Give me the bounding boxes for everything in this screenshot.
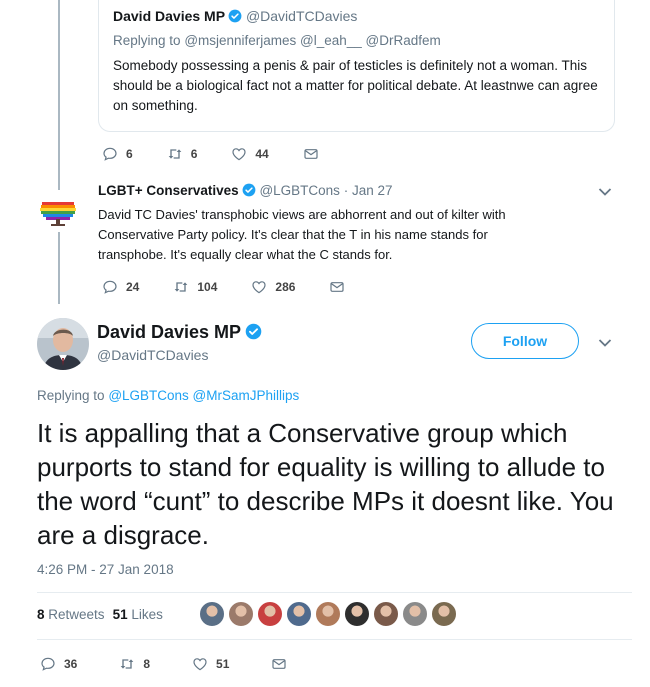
lgbt-conservatives-avatar[interactable] — [38, 190, 78, 230]
lgbt-tweet-text: David TC Davies' transphobic views are a… — [98, 207, 506, 262]
like-count: 51 — [216, 657, 230, 671]
retweets-stat[interactable]: 8 Retweets — [37, 607, 105, 622]
liker-avatar[interactable] — [315, 601, 341, 627]
reply-count: 24 — [126, 280, 140, 294]
replying-to-handles[interactable]: @LGBTCons @MrSamJPhillips — [108, 388, 299, 403]
thread-line — [58, 232, 60, 304]
engagement-stats: 8 Retweets 51 Likes — [37, 607, 171, 622]
like-button[interactable]: 51 — [192, 656, 229, 672]
reply-count: 6 — [126, 147, 133, 161]
follow-button[interactable]: Follow — [471, 323, 579, 359]
liker-avatar[interactable] — [402, 601, 428, 627]
lgbt-tweet-date[interactable]: · Jan 27 — [344, 183, 393, 198]
lgbt-action-row: 24 104 286 — [102, 279, 387, 295]
likes-stat[interactable]: 51 Likes — [113, 607, 163, 622]
like-icon — [192, 656, 208, 672]
liker-avatar[interactable] — [257, 601, 283, 627]
like-icon — [251, 279, 267, 295]
liker-avatar[interactable] — [286, 601, 312, 627]
tweet-timestamp[interactable]: 4:26 PM - 27 Jan 2018 — [37, 562, 174, 577]
thread-line — [58, 0, 60, 190]
chevron-down-icon[interactable] — [598, 338, 612, 348]
like-count: 44 — [255, 147, 269, 161]
replying-prefix: Replying to — [37, 388, 105, 403]
lgbt-tweet-header: LGBT+ Conservatives @LGBTCons · Jan 27 — [98, 183, 392, 198]
main-action-row: 36 8 51 — [40, 656, 329, 672]
retweet-button[interactable]: 104 — [173, 279, 217, 295]
divider — [37, 639, 632, 640]
verified-badge-icon — [228, 9, 242, 23]
divider — [37, 592, 632, 593]
liker-avatar[interactable] — [199, 601, 225, 627]
retweet-button[interactable]: 8 — [119, 656, 150, 672]
message-button[interactable] — [271, 656, 295, 672]
liker-avatars — [199, 601, 460, 627]
quoted-tweet-text: Somebody possessing a penis & pair of te… — [113, 58, 598, 113]
quoted-author-handle[interactable]: @DavidTCDavies — [246, 8, 357, 24]
liker-avatar[interactable] — [431, 601, 457, 627]
retweet-icon — [167, 146, 183, 162]
lgbt-author-name[interactable]: LGBT+ Conservatives — [98, 183, 239, 198]
replying-to: Replying to @LGBTCons @MrSamJPhillips — [37, 388, 299, 403]
like-button[interactable]: 286 — [251, 279, 295, 295]
replying-to-handles[interactable]: @msjenniferjames @l_eah__ @DrRadfem — [184, 33, 440, 48]
like-icon — [231, 146, 247, 162]
retweet-count: 6 — [190, 147, 198, 161]
like-button[interactable]: 44 — [231, 146, 269, 162]
message-icon — [329, 279, 345, 295]
message-button[interactable] — [303, 146, 327, 162]
quoted-tweet-card[interactable]: David Davies MP @DavidTCDavies Replying … — [98, 0, 615, 132]
retweet-button[interactable]: 6 — [167, 146, 198, 162]
author-name[interactable]: David Davies MP — [97, 322, 262, 343]
retweet-icon — [173, 279, 189, 295]
reply-button[interactable]: 6 — [102, 146, 133, 162]
retweet-count: 104 — [197, 280, 218, 294]
verified-badge-icon — [245, 323, 262, 340]
reply-icon — [102, 279, 118, 295]
like-count: 286 — [275, 280, 296, 294]
liker-avatar[interactable] — [228, 601, 254, 627]
chevron-down-icon[interactable] — [598, 187, 612, 197]
reply-icon — [40, 656, 56, 672]
reply-button[interactable]: 36 — [40, 656, 77, 672]
reply-count: 36 — [64, 657, 78, 671]
quoted-author-name[interactable]: David Davies MP — [113, 8, 225, 24]
reply-button[interactable]: 24 — [102, 279, 139, 295]
author-avatar[interactable] — [37, 318, 89, 370]
tweet-text: It is appalling that a Conservative grou… — [37, 418, 614, 550]
message-icon — [271, 656, 287, 672]
replying-prefix: Replying to — [113, 33, 181, 48]
message-icon — [303, 146, 319, 162]
reply-icon — [102, 146, 118, 162]
quoted-replying-to: Replying to @msjenniferjames @l_eah__ @D… — [113, 33, 441, 48]
lgbt-author-handle[interactable]: @LGBTCons — [259, 183, 339, 198]
retweet-count: 8 — [143, 657, 151, 671]
quoted-action-row: 6 6 44 — [102, 146, 361, 162]
liker-avatar[interactable] — [373, 601, 399, 627]
retweet-icon — [119, 656, 135, 672]
liker-avatar[interactable] — [344, 601, 370, 627]
author-handle[interactable]: @DavidTCDavies — [97, 347, 208, 363]
quoted-tweet-header: David Davies MP @DavidTCDavies — [113, 8, 357, 24]
message-button[interactable] — [329, 279, 353, 295]
verified-badge-icon — [242, 183, 256, 197]
